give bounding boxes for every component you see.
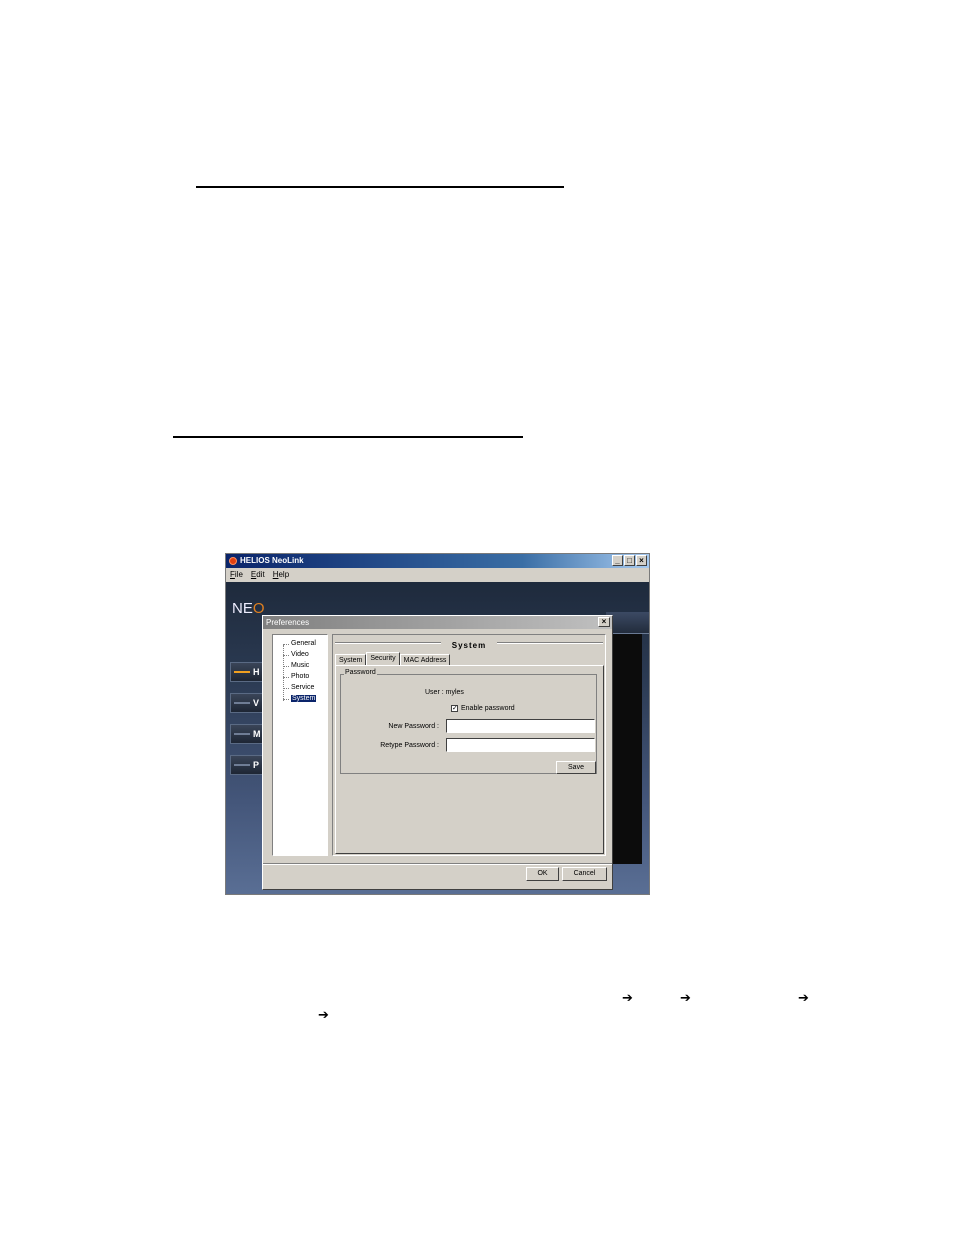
security-tab-page: Password User : myles ✓ Enable password … [335, 665, 604, 854]
dialog-titlebar: Preferences [263, 616, 612, 629]
app-background: NEO H V M P Preferences × General Video … [226, 582, 649, 894]
menu-bar: File Edit Help [226, 568, 649, 582]
menu-help[interactable]: Help [273, 568, 289, 582]
app-titlebar: HELIOS NeoLink _ □ × [226, 554, 649, 568]
arrow-icon: ➔ [622, 991, 633, 1006]
new-password-label: New Password : [388, 723, 439, 730]
nav-indicator-icon [234, 764, 250, 766]
tab-security[interactable]: Security [366, 652, 400, 665]
settings-pane: System System Security MAC Address Passw… [332, 634, 606, 856]
tree-item-photo[interactable]: Photo [283, 672, 310, 682]
nav-indicator-icon [234, 733, 250, 735]
heading-underline [173, 436, 523, 438]
close-button[interactable]: × [636, 555, 647, 566]
section-header: System [333, 635, 605, 650]
section-title: System [443, 641, 495, 650]
minimize-button[interactable]: _ [612, 555, 623, 566]
app-title: HELIOS NeoLink [240, 556, 304, 565]
retype-password-input[interactable] [446, 738, 595, 752]
save-button[interactable]: Save [556, 761, 596, 774]
preferences-tree: General Video Music Photo Service System [272, 634, 328, 856]
tab-strip: System Security MAC Address [335, 652, 451, 665]
maximize-button[interactable]: □ [624, 555, 635, 566]
password-group: Password User : myles ✓ Enable password … [340, 669, 597, 774]
tab-mac-address[interactable]: MAC Address [399, 654, 451, 665]
app-window: HELIOS NeoLink _ □ × File Edit Help NEO … [225, 553, 650, 895]
tree-item-music[interactable]: Music [283, 661, 310, 671]
nav-indicator-icon [234, 671, 250, 673]
ok-button[interactable]: OK [526, 867, 559, 881]
app-brand-logo: NEO [232, 600, 265, 617]
enable-password-label: Enable password [461, 705, 515, 712]
nav-indicator-icon [234, 702, 250, 704]
enable-password-checkbox[interactable]: ✓ Enable password [451, 705, 515, 712]
menu-file[interactable]: File [230, 568, 243, 582]
cancel-button[interactable]: Cancel [562, 867, 607, 881]
tree-item-general[interactable]: General [283, 639, 317, 649]
dialog-close-button[interactable]: × [598, 617, 610, 627]
app-logo-icon [229, 557, 237, 565]
arrow-icon: ➔ [798, 991, 809, 1006]
heading-underline [196, 186, 564, 188]
group-label: Password [344, 669, 377, 676]
user-label: User : myles [425, 689, 464, 696]
retype-password-label: Retype Password : [380, 742, 439, 749]
menu-edit[interactable]: Edit [251, 568, 265, 582]
preferences-dialog: Preferences × General Video Music Photo … [262, 615, 613, 890]
checkbox-check-icon[interactable]: ✓ [451, 705, 458, 712]
tree-item-service[interactable]: Service [283, 683, 315, 693]
tree-item-system[interactable]: System [283, 694, 317, 704]
dialog-separator [263, 863, 612, 865]
tab-system[interactable]: System [335, 654, 367, 665]
arrow-icon: ➔ [680, 991, 691, 1006]
tree-item-video[interactable]: Video [283, 650, 310, 660]
dialog-title: Preferences [266, 618, 310, 627]
arrow-icon: ➔ [318, 1008, 329, 1023]
new-password-input[interactable] [446, 719, 595, 733]
